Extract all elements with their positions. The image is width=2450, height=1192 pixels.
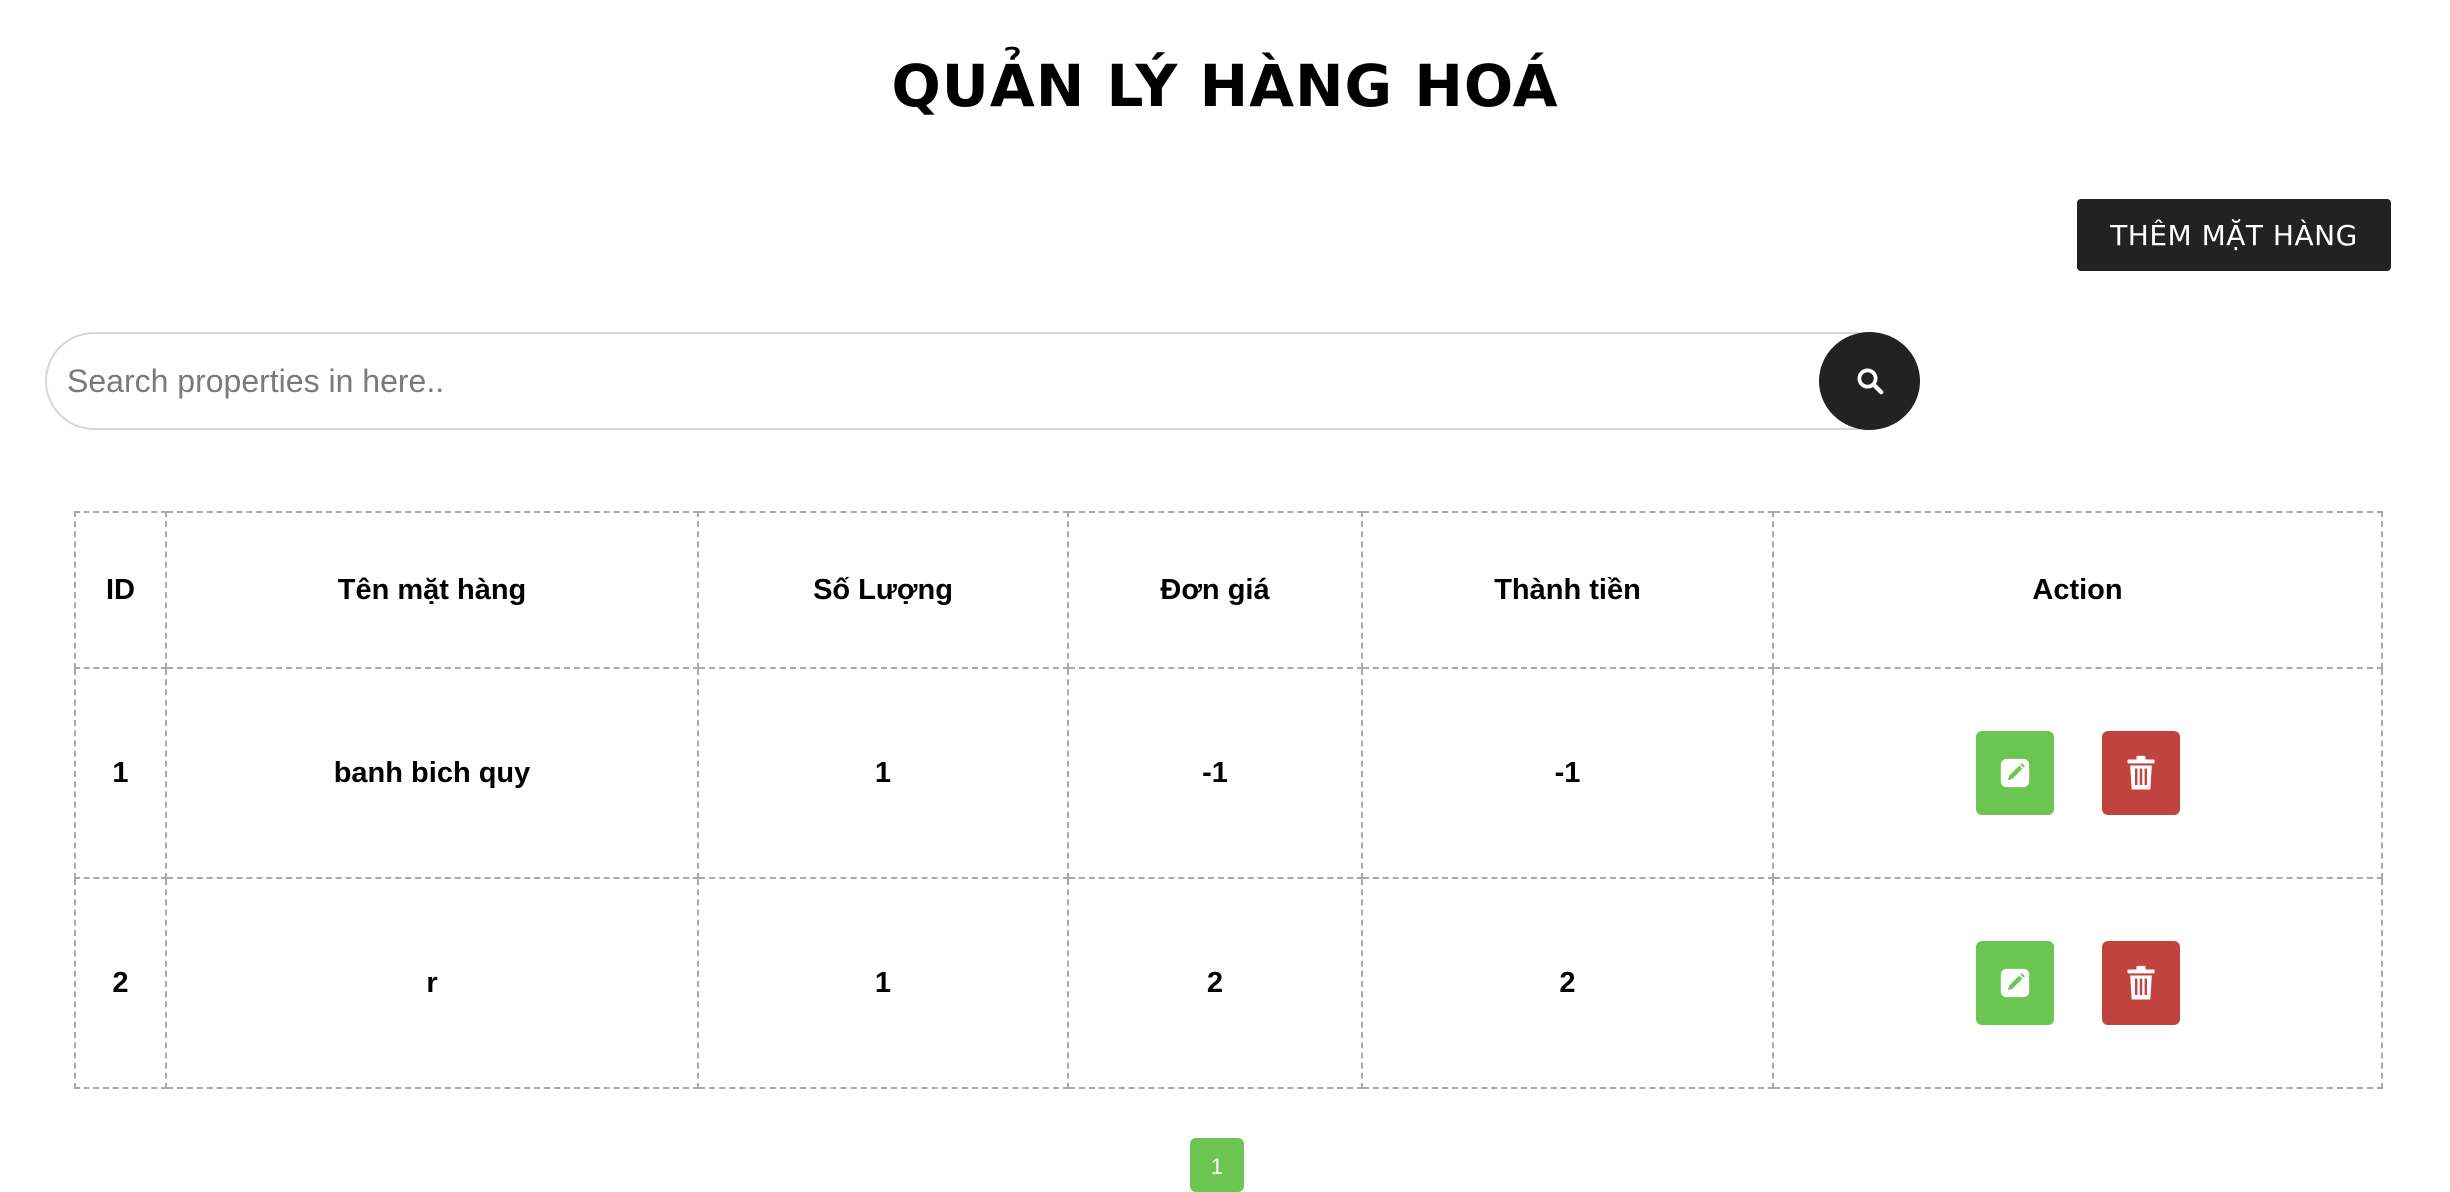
- page-title: QUẢN LÝ HÀNG HOÁ: [891, 52, 1559, 120]
- items-table: ID Tên mặt hàng Số Lượng Đơn giá Thành t…: [74, 511, 2383, 1089]
- table-row: 2 r 1 2 2: [74, 877, 2383, 1089]
- column-header-name: Tên mặt hàng: [165, 511, 699, 669]
- cell-name: banh bich quy: [165, 667, 699, 879]
- search-bar: [45, 332, 1920, 430]
- items-table-container: ID Tên mặt hàng Số Lượng Đơn giá Thành t…: [74, 511, 2383, 1089]
- search-icon: [1857, 368, 1883, 395]
- delete-button[interactable]: [2101, 941, 2180, 1025]
- column-header-total: Thành tiền: [1361, 511, 1774, 669]
- pencil-icon: [2000, 968, 2029, 998]
- cell-total: 2: [1361, 877, 1774, 1089]
- trash-icon: [2127, 965, 2154, 1000]
- column-header-action: Action: [1772, 511, 2383, 669]
- add-item-button[interactable]: THÊM MẶT HÀNG: [2077, 199, 2391, 271]
- pagination-page-1[interactable]: 1: [1190, 1138, 1244, 1192]
- trash-icon: [2127, 755, 2154, 790]
- cell-name: r: [165, 877, 699, 1089]
- table-row: 1 banh bich quy 1 -1 -1: [74, 667, 2383, 879]
- cell-id: 1: [74, 667, 167, 879]
- search-input[interactable]: [45, 332, 1920, 430]
- edit-button[interactable]: [1975, 941, 2054, 1025]
- column-header-unit-price: Đơn giá: [1067, 511, 1363, 669]
- column-header-id: ID: [74, 511, 167, 669]
- edit-button[interactable]: [1975, 731, 2054, 815]
- table-header-row: ID Tên mặt hàng Số Lượng Đơn giá Thành t…: [74, 511, 2383, 669]
- cell-total: -1: [1361, 667, 1774, 879]
- cell-quantity: 1: [697, 667, 1069, 879]
- cell-quantity: 1: [697, 877, 1069, 1089]
- cell-id: 2: [74, 877, 167, 1089]
- delete-button[interactable]: [2101, 731, 2180, 815]
- search-button[interactable]: [1819, 332, 1920, 430]
- cell-unit-price: -1: [1067, 667, 1363, 879]
- cell-unit-price: 2: [1067, 877, 1363, 1089]
- cell-actions: [1772, 667, 2383, 879]
- column-header-quantity: Số Lượng: [697, 511, 1069, 669]
- cell-actions: [1772, 877, 2383, 1089]
- pencil-icon: [2000, 758, 2029, 788]
